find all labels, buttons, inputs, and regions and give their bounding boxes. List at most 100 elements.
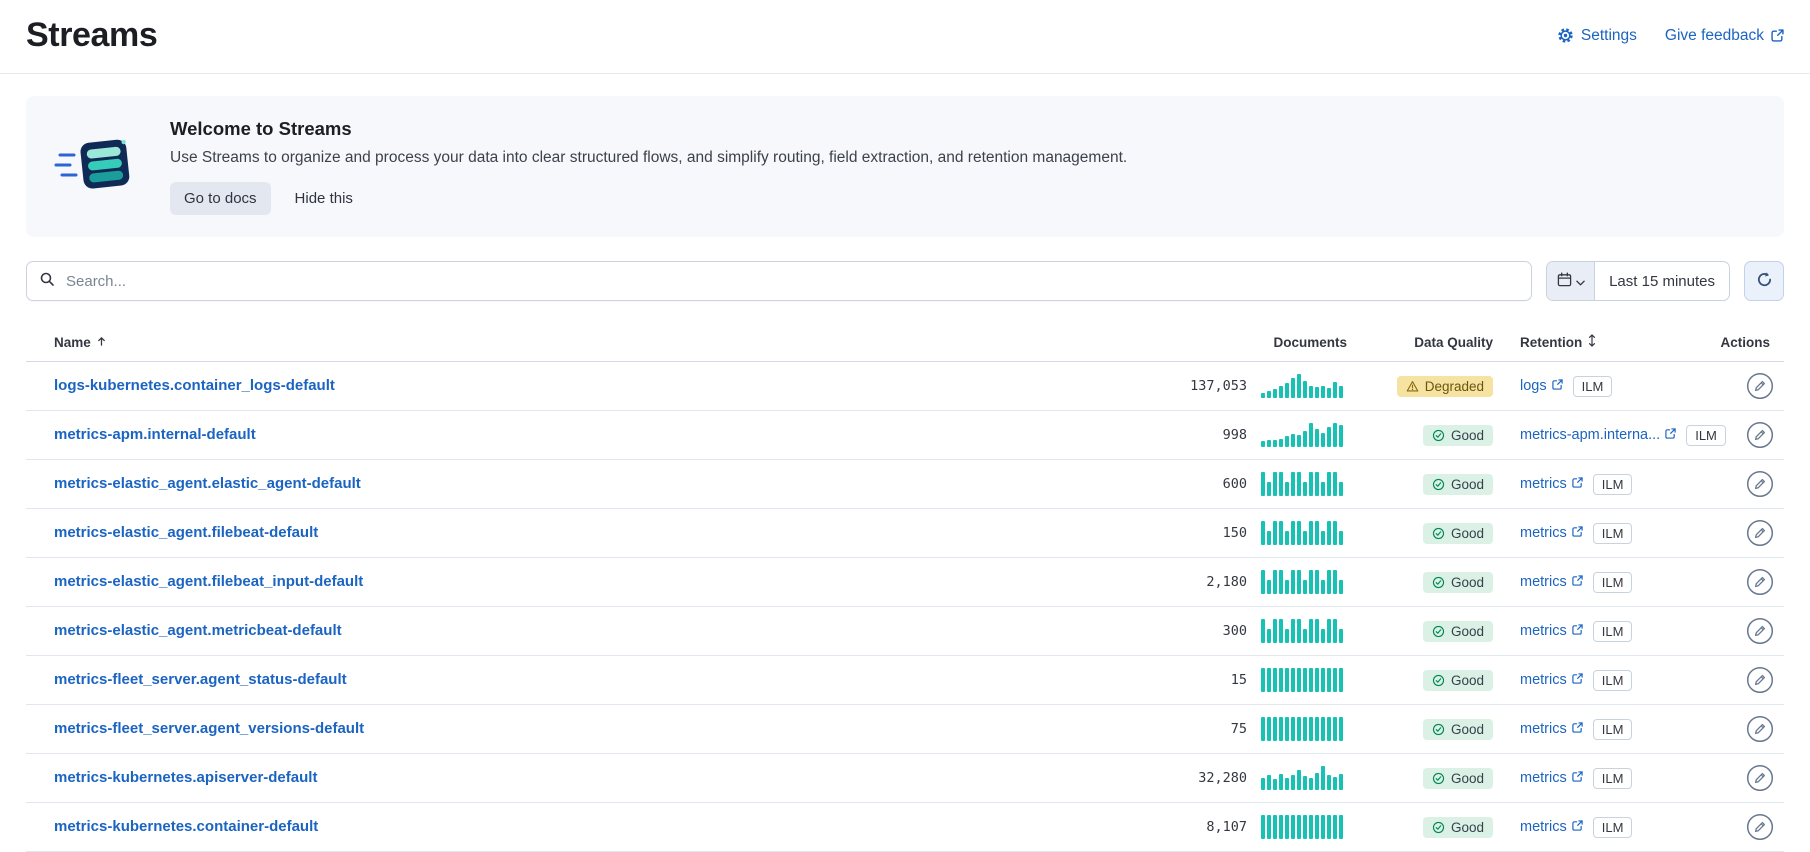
streams-table: Name Documents Data Quality Retention Ac… [26, 325, 1784, 852]
column-header-data-quality: Data Quality [1347, 335, 1507, 350]
quick-select-date-button[interactable] [1547, 262, 1595, 300]
ilm-badge: ILM [1593, 474, 1633, 495]
documents-count: 32,280 [1107, 770, 1247, 786]
edit-stream-button[interactable] [1746, 372, 1774, 400]
date-picker: Last 15 minutes [1546, 261, 1730, 301]
external-link-icon [1572, 770, 1583, 786]
data-quality-badge: Good [1423, 768, 1493, 789]
time-range-display[interactable]: Last 15 minutes [1595, 262, 1729, 300]
calendar-icon [1557, 272, 1572, 290]
documents-sparkline [1261, 472, 1343, 496]
table-header: Name Documents Data Quality Retention Ac… [26, 325, 1784, 362]
retention-policy-link[interactable]: metrics [1520, 574, 1583, 590]
give-feedback-link[interactable]: Give feedback [1665, 27, 1784, 45]
retention-policy-link[interactable]: metrics [1520, 623, 1583, 639]
stream-name-link[interactable]: metrics-elastic_agent.metricbeat-default [54, 622, 342, 639]
documents-sparkline [1261, 570, 1343, 594]
hide-this-button[interactable]: Hide this [295, 190, 353, 207]
table-row: metrics-elastic_agent.filebeat-default 1… [26, 509, 1784, 558]
stream-name-link[interactable]: metrics-fleet_server.agent_status-defaul… [54, 671, 347, 688]
page-title: Streams [26, 16, 157, 55]
documents-count: 2,180 [1107, 574, 1247, 590]
edit-stream-button[interactable] [1746, 813, 1774, 841]
warning-triangle-icon [1406, 380, 1419, 393]
documents-sparkline [1261, 374, 1343, 398]
external-link-icon [1572, 672, 1583, 688]
page-header: Streams Settings Give feedback [0, 0, 1810, 74]
ilm-badge: ILM [1593, 768, 1633, 789]
documents-count: 150 [1107, 525, 1247, 541]
documents-sparkline [1261, 717, 1343, 741]
edit-stream-button[interactable] [1746, 617, 1774, 645]
documents-sparkline [1261, 766, 1343, 790]
data-quality-badge: Good [1423, 670, 1493, 691]
table-row: metrics-apm.internal-default 998 Good me… [26, 411, 1784, 460]
retention-policy-link[interactable]: metrics [1520, 525, 1583, 541]
welcome-content: Welcome to Streams Use Streams to organi… [170, 118, 1127, 215]
welcome-panel: Welcome to Streams Use Streams to organi… [26, 96, 1784, 237]
stream-name-link[interactable]: metrics-fleet_server.agent_versions-defa… [54, 720, 364, 737]
feedback-label: Give feedback [1665, 27, 1764, 45]
check-circle-icon [1432, 772, 1445, 785]
settings-link[interactable]: Settings [1557, 27, 1637, 45]
stream-name-link[interactable]: metrics-elastic_agent.filebeat_input-def… [54, 573, 363, 590]
header-links: Settings Give feedback [1557, 27, 1784, 45]
table-row: metrics-fleet_server.agent_status-defaul… [26, 656, 1784, 705]
documents-count: 137,053 [1107, 378, 1247, 394]
edit-stream-button[interactable] [1746, 421, 1774, 449]
retention-policy-link[interactable]: metrics [1520, 672, 1583, 688]
stream-name-link[interactable]: metrics-elastic_agent.filebeat-default [54, 524, 318, 541]
check-circle-icon [1432, 478, 1445, 491]
sortable-icon [1587, 334, 1597, 350]
documents-sparkline [1261, 668, 1343, 692]
data-quality-badge: Good [1423, 523, 1493, 544]
data-quality-badge: Good [1423, 621, 1493, 642]
search-icon [39, 271, 55, 292]
table-row: logs-kubernetes.container_logs-default 1… [26, 362, 1784, 411]
documents-sparkline [1261, 815, 1343, 839]
edit-stream-button[interactable] [1746, 666, 1774, 694]
search-input[interactable] [64, 272, 1519, 291]
edit-stream-button[interactable] [1746, 715, 1774, 743]
column-header-actions: Actions [1712, 335, 1784, 350]
go-to-docs-button[interactable]: Go to docs [170, 182, 271, 215]
check-circle-icon [1432, 576, 1445, 589]
check-circle-icon [1432, 674, 1445, 687]
table-row: metrics-elastic_agent.metricbeat-default… [26, 607, 1784, 656]
stream-name-link[interactable]: metrics-kubernetes.container-default [54, 818, 318, 835]
retention-policy-link[interactable]: metrics-apm.interna... [1520, 427, 1676, 443]
column-header-retention[interactable]: Retention [1507, 334, 1712, 350]
edit-stream-button[interactable] [1746, 470, 1774, 498]
retention-policy-link[interactable]: metrics [1520, 721, 1583, 737]
stream-name-link[interactable]: metrics-kubernetes.apiserver-default [54, 769, 317, 786]
stream-name-link[interactable]: metrics-apm.internal-default [54, 426, 256, 443]
ilm-badge: ILM [1593, 572, 1633, 593]
welcome-description: Use Streams to organize and process your… [170, 149, 1127, 167]
table-row: metrics-kubernetes.apiserver-default 32,… [26, 754, 1784, 803]
column-header-name[interactable]: Name [26, 335, 1107, 350]
streams-logo-icon [54, 135, 136, 198]
table-row: metrics-fleet_server.agent_versions-defa… [26, 705, 1784, 754]
stream-name-link[interactable]: metrics-elastic_agent.elastic_agent-defa… [54, 475, 361, 492]
welcome-actions: Go to docs Hide this [170, 182, 1127, 215]
edit-stream-button[interactable] [1746, 764, 1774, 792]
documents-count: 998 [1107, 427, 1247, 443]
settings-label: Settings [1581, 27, 1637, 45]
retention-policy-link[interactable]: logs [1520, 378, 1563, 394]
edit-stream-button[interactable] [1746, 568, 1774, 596]
retention-policy-link[interactable]: metrics [1520, 770, 1583, 786]
ilm-badge: ILM [1593, 719, 1633, 740]
chevron-down-icon [1576, 274, 1585, 289]
data-quality-badge: Good [1423, 474, 1493, 495]
stream-name-link[interactable]: logs-kubernetes.container_logs-default [54, 377, 335, 394]
external-link-icon [1572, 574, 1583, 590]
toolbar: Last 15 minutes [26, 261, 1784, 301]
refresh-button[interactable] [1744, 261, 1784, 301]
external-link-icon [1572, 819, 1583, 835]
retention-policy-link[interactable]: metrics [1520, 819, 1583, 835]
check-circle-icon [1432, 625, 1445, 638]
data-quality-badge: Degraded [1397, 376, 1493, 397]
external-link-icon [1771, 29, 1784, 42]
retention-policy-link[interactable]: metrics [1520, 476, 1583, 492]
edit-stream-button[interactable] [1746, 519, 1774, 547]
